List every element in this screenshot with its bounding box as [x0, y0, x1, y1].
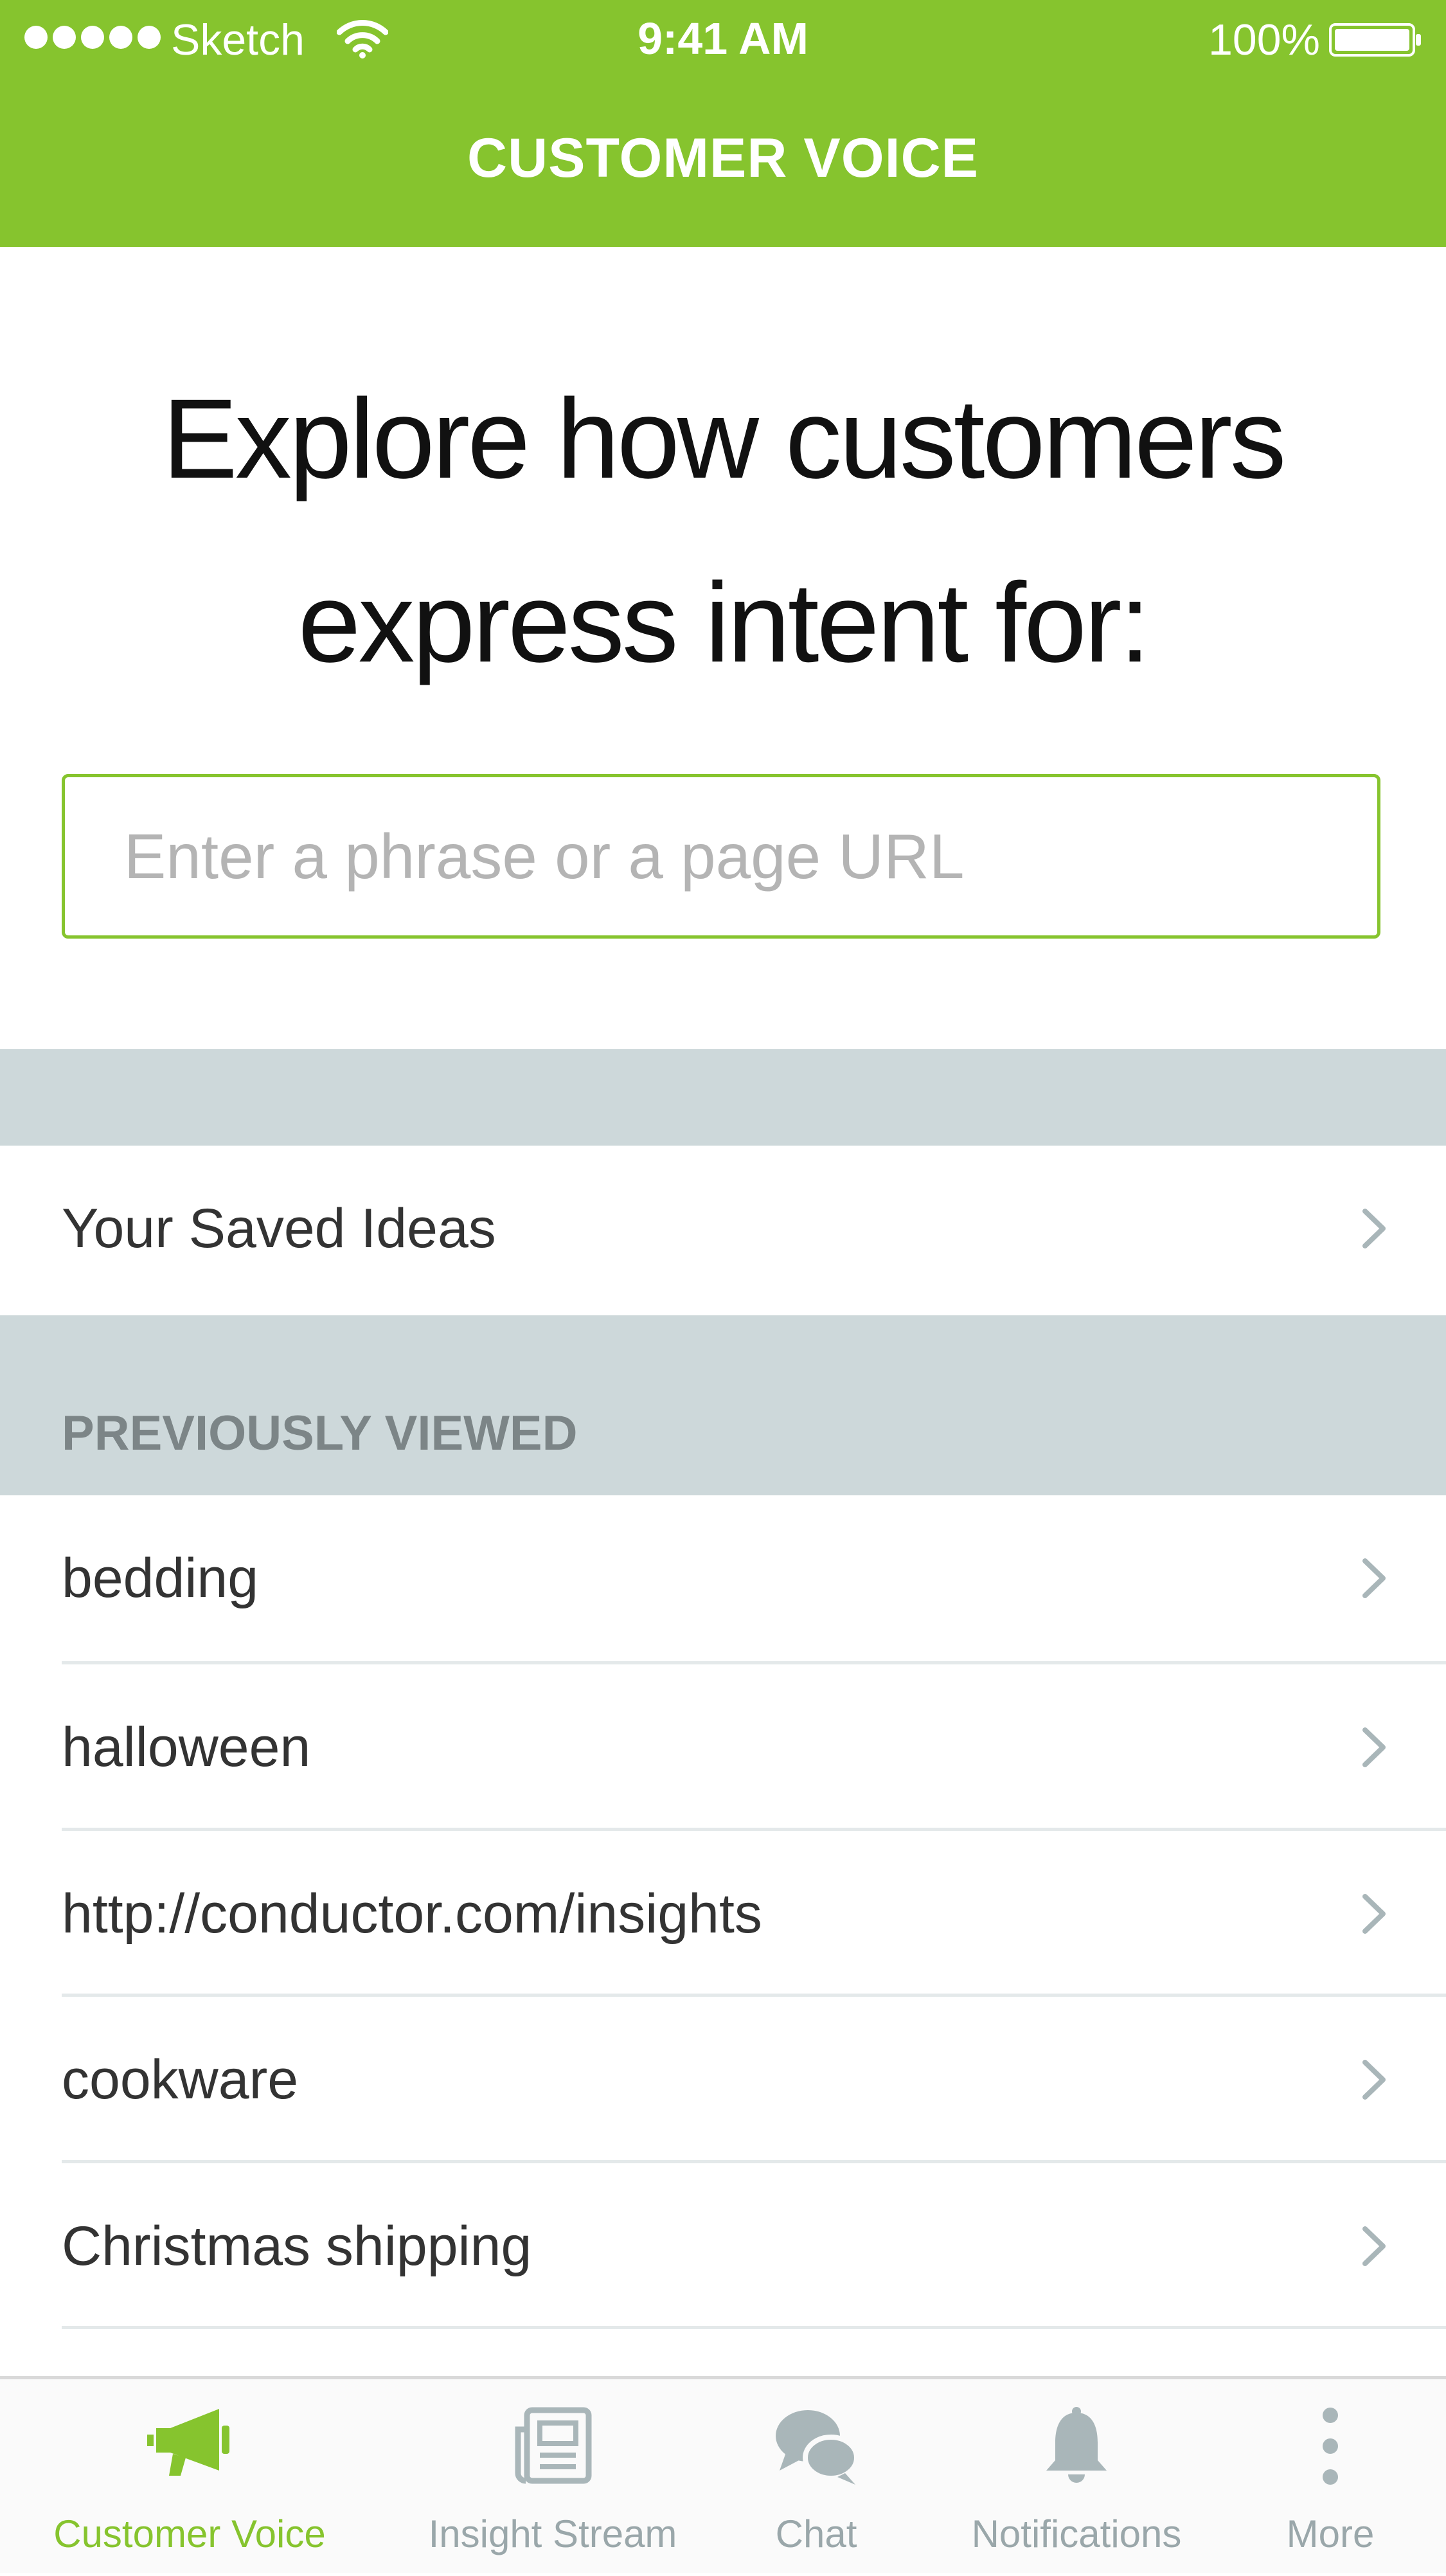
battery-icon — [1329, 23, 1421, 57]
hero-line-2: express intent for: — [298, 560, 1151, 686]
tab-more[interactable]: More — [1240, 2379, 1420, 2576]
chevron-right-icon — [1362, 2226, 1386, 2266]
list-item[interactable]: halloween — [0, 1664, 1446, 1830]
saved-ideas-row[interactable]: Your Saved Ideas — [0, 1146, 1446, 1311]
tab-bar: Customer Voice Insight Stream Chat Notif… — [0, 2376, 1446, 2573]
app-header: Sketch 9:41 AM 100% CUSTOMER VOICE — [0, 0, 1446, 247]
search-field[interactable] — [62, 774, 1380, 939]
tab-notifications[interactable]: Notifications — [925, 2379, 1227, 2576]
list-item-label: cookware — [62, 2049, 299, 2111]
list-item[interactable]: cookware — [0, 1997, 1446, 2163]
chevron-right-icon — [1362, 2060, 1386, 2100]
search-input[interactable] — [124, 777, 1345, 935]
hero-heading: Explore how customers express intent for… — [64, 347, 1382, 715]
newspaper-icon — [515, 2407, 592, 2484]
tab-insight-stream[interactable]: Insight Stream — [398, 2379, 707, 2576]
divider — [62, 2326, 1446, 2329]
more-dots-icon — [1323, 2408, 1338, 2485]
section-spacer — [0, 1049, 1446, 1146]
battery-percentage: 100% — [1208, 15, 1320, 64]
list-item[interactable]: http://conductor.com/insights — [0, 1831, 1446, 1997]
chevron-right-icon — [1362, 1727, 1386, 1767]
tab-label: Customer Voice — [53, 2512, 326, 2555]
list-item-label: http://conductor.com/insights — [62, 1883, 762, 1945]
chevron-right-icon — [1362, 1894, 1386, 1934]
tab-label: Insight Stream — [428, 2512, 677, 2555]
chevron-right-icon — [1362, 1209, 1386, 1248]
saved-ideas-label: Your Saved Ideas — [62, 1198, 496, 1259]
list-item[interactable]: Christmas shipping — [0, 2163, 1446, 2329]
megaphone-icon — [147, 2409, 229, 2476]
hero-line-1: Explore how customers — [162, 376, 1286, 502]
list-item-label: halloween — [62, 1716, 311, 1778]
tab-chat[interactable]: Chat — [720, 2379, 913, 2576]
bell-icon — [1046, 2407, 1107, 2483]
status-bar: Sketch 9:41 AM 100% — [0, 0, 1446, 77]
tab-label: Chat — [775, 2512, 857, 2555]
previously-viewed-heading: PREVIOUSLY VIEWED — [62, 1406, 578, 1461]
chat-bubbles-icon — [776, 2410, 858, 2485]
tab-label: Notifications — [971, 2512, 1182, 2555]
list-item[interactable]: bedding — [0, 1495, 1446, 1661]
list-item-label: Christmas shipping — [62, 2215, 532, 2277]
tab-label: More — [1286, 2512, 1375, 2555]
tab-customer-voice[interactable]: Customer Voice — [26, 2379, 353, 2576]
chevron-right-icon — [1362, 1558, 1386, 1598]
list-item-label: bedding — [62, 1547, 259, 1609]
page-title: CUSTOMER VOICE — [467, 127, 979, 189]
